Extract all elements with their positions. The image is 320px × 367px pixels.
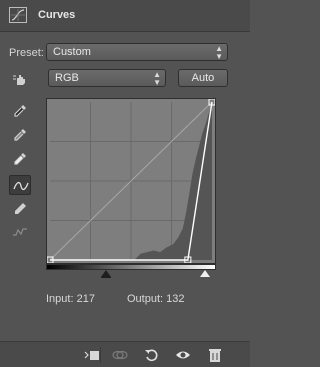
curve-points-icon xyxy=(13,181,29,191)
reset-button[interactable] xyxy=(142,346,162,364)
black-point-eyedropper[interactable] xyxy=(9,101,31,121)
channel-value: RGB xyxy=(55,72,79,84)
hand-adjust-icon xyxy=(13,75,25,85)
black-point-slider[interactable] xyxy=(101,270,111,277)
output-label: Output: xyxy=(127,293,164,305)
white-point-slider[interactable] xyxy=(200,270,210,277)
white-point-eyedropper[interactable] xyxy=(9,149,31,169)
dropdown-arrows-icon: ▲ ▼ xyxy=(153,70,161,87)
smooth-curve-tool[interactable] xyxy=(9,222,31,242)
visibility-eye-icon xyxy=(176,351,190,359)
auto-button[interactable]: Auto xyxy=(178,69,228,87)
gray-point-eyedropper[interactable] xyxy=(9,125,31,145)
on-image-adjust-tool[interactable] xyxy=(9,69,31,89)
panel-title: Curves xyxy=(38,9,76,21)
pencil-icon xyxy=(15,203,26,214)
input-label: Input: xyxy=(46,293,74,305)
preset-value: Custom xyxy=(53,46,91,58)
clip-to-layer-icon xyxy=(84,351,99,360)
eyedropper-gray-icon xyxy=(14,129,26,141)
preset-dropdown[interactable]: Custom ▲ ▼ xyxy=(46,43,228,61)
footer-divider xyxy=(100,347,101,363)
edit-points-tool[interactable] xyxy=(9,175,31,195)
draw-curve-tool[interactable] xyxy=(9,199,31,219)
visibility-button[interactable] xyxy=(173,346,193,364)
input-readout: Input: 217 xyxy=(46,293,95,305)
dropdown-arrows-icon: ▲ ▼ xyxy=(215,44,223,61)
panel-header: Curves xyxy=(0,0,250,32)
eyedropper-black-icon xyxy=(14,105,26,117)
black-point-slider-base xyxy=(101,277,111,278)
eyedropper-white-icon xyxy=(14,153,26,165)
preset-label: Preset: xyxy=(9,47,44,59)
output-readout: Output: 132 xyxy=(127,293,185,305)
view-previous-state-button[interactable] xyxy=(110,346,130,364)
channel-dropdown[interactable]: RGB ▲ ▼ xyxy=(48,69,166,87)
output-value[interactable]: 132 xyxy=(166,293,184,305)
input-gradient-bar xyxy=(46,264,216,270)
clip-to-layer-button[interactable] xyxy=(82,346,102,364)
reset-icon xyxy=(145,349,158,362)
curves-adjustment-icon xyxy=(9,7,27,23)
input-value[interactable]: 217 xyxy=(77,293,95,305)
view-previous-state-icon xyxy=(112,350,128,360)
panel-footer xyxy=(0,341,250,367)
curves-graph[interactable] xyxy=(46,98,216,264)
smooth-curve-icon xyxy=(13,228,27,236)
trash-icon xyxy=(209,349,221,362)
delete-button[interactable] xyxy=(205,346,225,364)
